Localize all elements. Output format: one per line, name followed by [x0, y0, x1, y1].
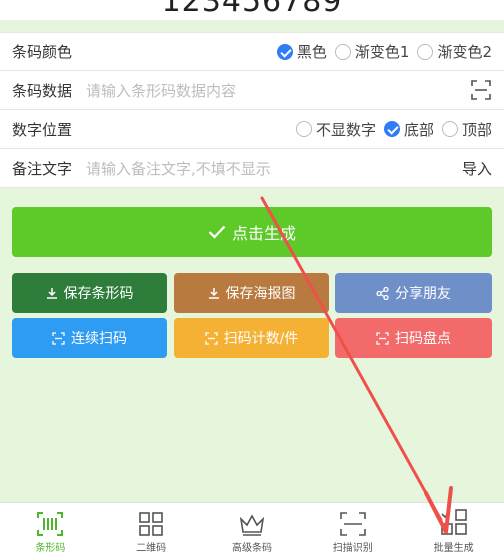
number-position-options: 不显数字 底部 顶部: [288, 119, 492, 140]
barcode-number-display: 123456789: [0, 0, 504, 20]
radio-label: 渐变色1: [354, 43, 410, 61]
scan-count-button[interactable]: 扫码计数/件: [174, 318, 329, 358]
radio-label: 底部: [403, 120, 434, 139]
tab-advanced-barcode[interactable]: 高级条码: [202, 503, 303, 558]
note-text-row: 备注文字 请输入备注文字,不填不显示 导入: [0, 149, 504, 188]
barcode-color-label: 条码颜色: [12, 43, 73, 61]
note-text-input[interactable]: 请输入备注文字,不填不显示: [86, 158, 462, 179]
continuous-scan-button[interactable]: 连续扫码: [12, 318, 167, 358]
position-option-top[interactable]: 顶部: [441, 119, 492, 140]
tab-batch-generate[interactable]: 批量生成: [403, 503, 504, 558]
download-icon: [46, 288, 57, 299]
radio-label: 黑色: [296, 43, 327, 61]
position-option-hide[interactable]: 不显数字: [295, 119, 376, 140]
radio-unchecked-icon: [417, 43, 434, 60]
batch-grid-icon: [440, 509, 467, 535]
radio-label: 顶部: [461, 120, 492, 139]
continuous-scan-label: 连续扫码: [71, 331, 127, 347]
crown-icon: [239, 514, 265, 536]
radio-unchecked-icon: [295, 121, 312, 137]
tab-barcode[interactable]: 条形码: [0, 503, 101, 558]
radio-checked-icon: [383, 121, 400, 137]
color-option-gradient-1[interactable]: 渐变色1: [334, 41, 410, 62]
generate-button[interactable]: 点击生成: [12, 207, 492, 257]
tab-qrcode[interactable]: 二维码: [101, 503, 202, 558]
scan-icon: [376, 331, 389, 345]
generate-button-label: 点击生成: [231, 224, 296, 243]
scan-count-label: 扫码计数/件: [223, 331, 299, 347]
barcode-icon: [37, 512, 64, 536]
barcode-data-input[interactable]: 请输入条形码数据内容: [86, 80, 470, 101]
scan-frame-icon: [339, 512, 366, 536]
barcode-data-label: 条码数据: [12, 81, 73, 100]
import-button[interactable]: 导入: [462, 158, 492, 179]
number-position-label: 数字位置: [12, 120, 73, 139]
qrcode-icon: [139, 512, 163, 536]
check-icon: [208, 225, 226, 239]
tab-scan-recognize[interactable]: 扫描识别: [302, 503, 403, 558]
share-icon: [376, 286, 389, 300]
radio-label: 不显数字: [315, 120, 376, 139]
barcode-data-row: 条码数据 请输入条形码数据内容: [0, 71, 504, 110]
scan-inventory-button[interactable]: 扫码盘点: [335, 318, 492, 358]
download-icon: [208, 288, 219, 299]
scan-inventory-label: 扫码盘点: [395, 331, 451, 347]
radio-checked-icon: [276, 43, 293, 60]
radio-unchecked-icon: [441, 121, 458, 137]
scan-icon[interactable]: [470, 79, 492, 101]
barcode-color-options: 黑色 渐变色1 渐变色2: [269, 41, 492, 62]
tab-label: 扫描识别: [332, 543, 373, 554]
save-barcode-label: 保存条形码: [63, 286, 134, 302]
scan-icon: [204, 331, 218, 345]
number-position-row: 数字位置 不显数字 底部 顶部: [0, 110, 504, 149]
share-friends-button[interactable]: 分享朋友: [335, 273, 492, 313]
radio-label: 渐变色2: [437, 43, 492, 61]
tab-label: 批量生成: [433, 543, 474, 554]
barcode-color-row: 条码颜色 黑色 渐变色1 渐变色2: [0, 32, 504, 71]
scan-icon: [52, 331, 65, 345]
tab-label: 二维码: [136, 543, 167, 554]
save-poster-label: 保存海报图: [225, 286, 296, 302]
bottom-tab-bar: 条形码 二维码 高级条码 扫描识别 批量生成: [0, 502, 504, 558]
tab-label: 条形码: [35, 543, 66, 554]
note-text-label: 备注文字: [12, 159, 73, 178]
tab-label: 高级条码: [231, 543, 272, 554]
save-poster-button[interactable]: 保存海报图: [174, 273, 329, 313]
save-barcode-button[interactable]: 保存条形码: [12, 273, 167, 313]
barcode-settings-form: 条码颜色 黑色 渐变色1 渐变色2 条码数据 请输入条形码数据内容 数字位置 不…: [0, 32, 504, 188]
color-option-black[interactable]: 黑色: [276, 41, 327, 62]
share-friends-label: 分享朋友: [395, 286, 451, 302]
position-option-bottom[interactable]: 底部: [383, 119, 434, 140]
radio-unchecked-icon: [334, 43, 351, 60]
color-option-gradient-2[interactable]: 渐变色2: [417, 41, 492, 62]
